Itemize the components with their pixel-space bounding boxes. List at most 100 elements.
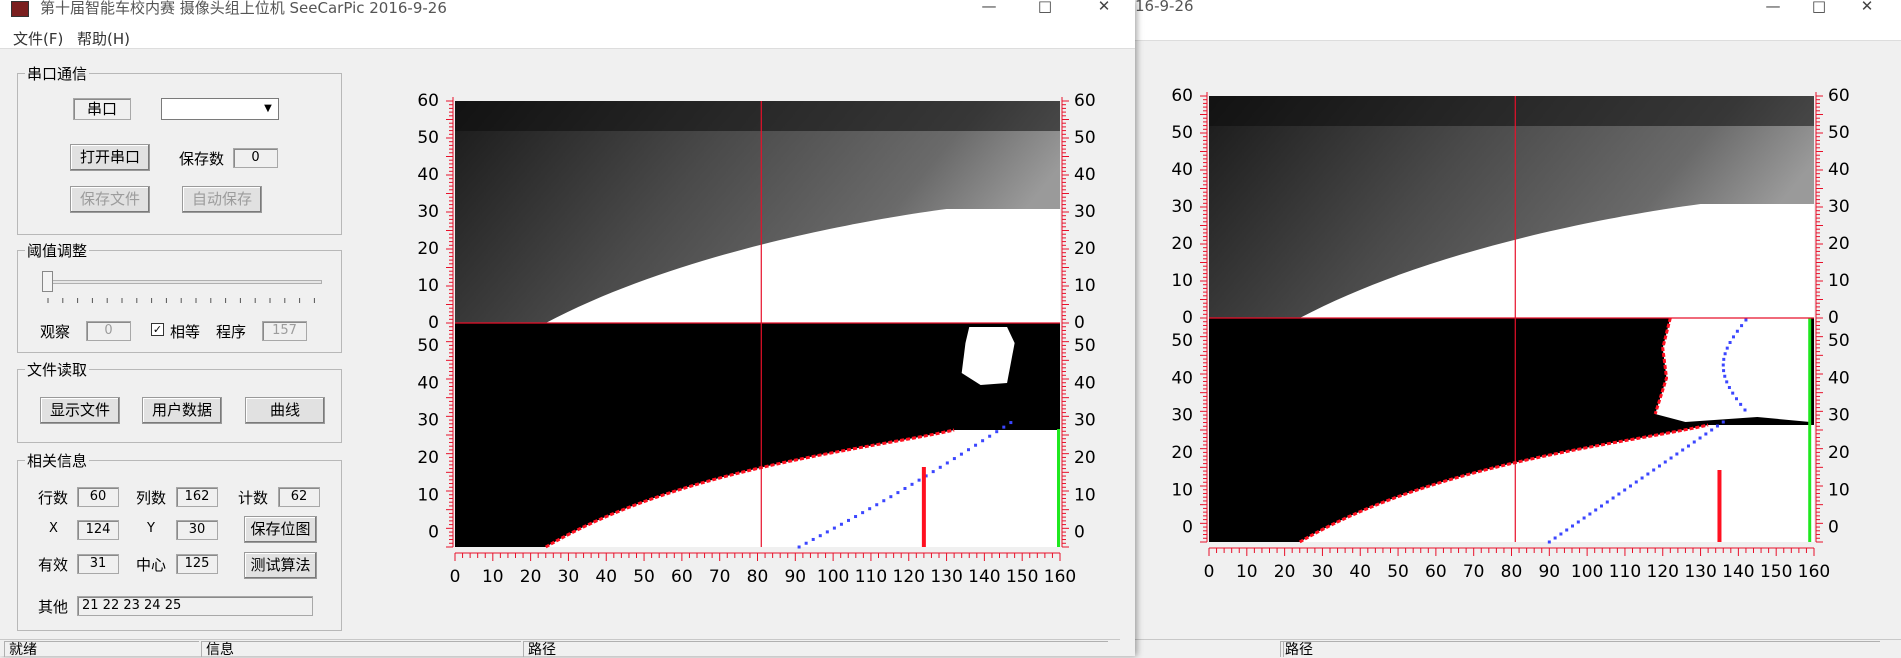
secondary-camera-view: 60 6050 5040 4030 3020 2010 100 050 5040 4030 3020… xyxy=(1171,86,1850,582)
show-file-button[interactable]: 显示文件 xyxy=(40,397,120,424)
centerline-point xyxy=(882,499,886,503)
minimize-button[interactable]: — xyxy=(965,0,1013,18)
centerline-point xyxy=(1576,520,1580,524)
other-label: 其他 xyxy=(38,598,69,616)
y-tick-label: 60 xyxy=(1074,91,1096,111)
centerline-point xyxy=(1628,484,1632,488)
x-tick-label: 20 xyxy=(520,567,542,587)
status-info: 信息 xyxy=(201,641,521,658)
equal-checkbox[interactable]: ✓ xyxy=(151,323,164,336)
centerline-point xyxy=(959,452,963,456)
centerline-point xyxy=(1646,472,1650,476)
y-tick-label: 50 xyxy=(417,336,439,356)
port-select[interactable]: ▼ xyxy=(161,98,279,120)
centerline-point xyxy=(896,491,900,495)
centerline-point xyxy=(839,522,843,526)
centerline-point xyxy=(861,511,865,515)
centerline-point xyxy=(797,545,801,549)
centerline-point xyxy=(1686,444,1690,448)
cols-field[interactable]: 162 xyxy=(176,487,218,507)
maximize-button[interactable]: □ xyxy=(1021,0,1069,18)
y-tick-label: 30 xyxy=(1171,406,1193,426)
y-tick-label: 30 xyxy=(1828,406,1850,426)
centerline-point xyxy=(1743,408,1747,412)
test-algorithm-button[interactable]: 测试算法 xyxy=(244,552,317,579)
centerline-point xyxy=(1715,424,1719,428)
window-title: 第十届智能车校内赛 摄像头组上位机 SeeCarPic 2016-9-26 xyxy=(40,0,447,17)
menu-file[interactable]: 文件(F) xyxy=(13,28,63,49)
x-tick-label: 20 xyxy=(1274,562,1296,582)
centerline-point xyxy=(1681,448,1685,452)
centerline-point xyxy=(910,482,914,486)
count-field[interactable]: 62 xyxy=(278,487,320,507)
x-tick-label: 10 xyxy=(482,567,504,587)
user-data-button[interactable]: 用户数据 xyxy=(142,397,222,424)
centerline-point xyxy=(832,526,836,530)
close-button[interactable]: ✕ xyxy=(1080,0,1128,18)
secondary-titlebar: 16-9-26 — □ ✕ xyxy=(1120,0,1901,18)
centerline-point xyxy=(945,461,949,465)
centerline-point xyxy=(1728,341,1732,344)
centerline-point xyxy=(931,470,935,474)
centerline-point xyxy=(1740,324,1744,328)
program-field[interactable]: 157 xyxy=(262,321,307,341)
centerline-point xyxy=(1731,335,1735,339)
auto-save-button[interactable]: 自动保存 xyxy=(182,186,262,213)
centerline-point xyxy=(1722,357,1726,361)
app-icon xyxy=(11,1,29,17)
menu-help[interactable]: 帮助(H) xyxy=(77,28,130,49)
x-tick-label: 0 xyxy=(450,567,461,587)
centerline-point xyxy=(974,443,978,447)
center-field[interactable]: 125 xyxy=(176,554,218,574)
threshold-slider-thumb[interactable] xyxy=(42,271,53,292)
secondary-maximize-button[interactable]: □ xyxy=(1795,0,1843,18)
secondary-close-button[interactable]: ✕ xyxy=(1843,0,1891,18)
x-tick-label: 0 xyxy=(1204,562,1215,582)
other-field[interactable]: 21 22 23 24 25 xyxy=(77,596,313,616)
centerline-point xyxy=(875,503,879,507)
rows-field[interactable]: 60 xyxy=(77,487,119,507)
status-path: 路径 xyxy=(523,641,1108,658)
center-label: 中心 xyxy=(136,556,167,574)
valid-field[interactable]: 31 xyxy=(77,554,119,574)
center-marker xyxy=(921,467,926,547)
centerline-point xyxy=(818,534,822,538)
raw-frame-dark-band xyxy=(455,101,1060,131)
centerline-point xyxy=(1744,318,1748,322)
y-tick-label: 50 xyxy=(1171,123,1193,143)
x-tick-label: 90 xyxy=(1538,562,1560,582)
x-tick-label: 60 xyxy=(1425,562,1447,582)
serial-group: 串口通信 串口 ▼ 打开串口 保存数 0 保存文件 自动保存 xyxy=(17,63,342,235)
curve-button[interactable]: 曲线 xyxy=(245,397,325,424)
centerline-point xyxy=(889,495,893,499)
centerline-point xyxy=(1704,432,1708,436)
y-tick-label: 50 xyxy=(417,128,439,148)
y-tick-label: 40 xyxy=(1074,373,1096,393)
save-bitmap-button[interactable]: 保存位图 xyxy=(244,516,317,543)
y-field[interactable]: 30 xyxy=(176,520,218,540)
chevron-down-icon[interactable]: ▼ xyxy=(260,101,276,117)
centerline-point xyxy=(825,530,829,534)
secondary-menubar xyxy=(1120,18,1901,41)
x-tick-label: 40 xyxy=(595,567,617,587)
open-port-button[interactable]: 打开串口 xyxy=(70,144,150,171)
centerline-point xyxy=(1722,369,1726,373)
centerline-point xyxy=(1734,397,1738,401)
centerline-point xyxy=(1640,476,1644,480)
centerline-point xyxy=(1553,536,1557,540)
x-tick-label: 160 xyxy=(1044,567,1076,587)
y-tick-label: 0 xyxy=(1182,518,1193,538)
raw-frame-dark-band xyxy=(1209,96,1814,126)
secondary-minimize-button[interactable]: — xyxy=(1749,0,1797,18)
y-tick-label: 60 xyxy=(1828,86,1850,106)
file-group-title: 文件读取 xyxy=(25,359,90,380)
observe-field[interactable]: 0 xyxy=(86,321,131,341)
centerline-point xyxy=(1739,402,1743,406)
x-field[interactable]: 124 xyxy=(77,520,119,540)
program-label: 程序 xyxy=(216,323,247,341)
save-count-field[interactable]: 0 xyxy=(233,148,278,168)
threshold-slider-track[interactable] xyxy=(42,280,322,284)
file-group: 文件读取 显示文件 用户数据 曲线 xyxy=(17,359,342,443)
save-file-button[interactable]: 保存文件 xyxy=(70,186,150,213)
centerline-point xyxy=(1710,428,1714,432)
